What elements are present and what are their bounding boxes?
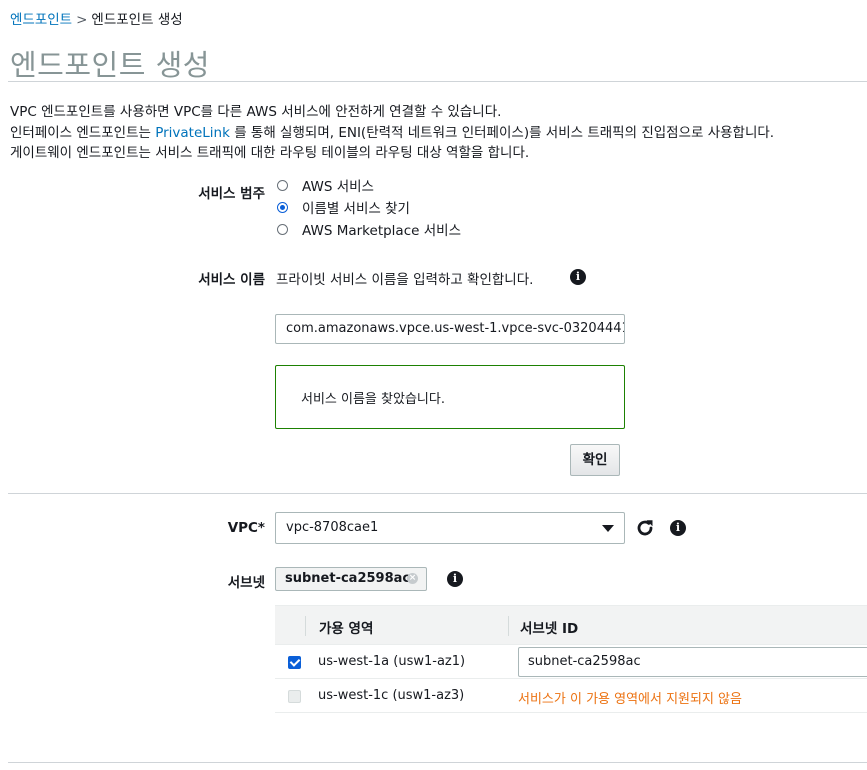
info-icon[interactable]: i — [670, 520, 686, 536]
column-divider — [305, 616, 306, 636]
bottom-divider — [8, 762, 867, 763]
service-name-hint: 프라이빗 서비스 이름을 입력하고 확인합니다. — [276, 272, 534, 288]
subnet-table-header: 가용 영역 서브넷 ID — [275, 605, 867, 645]
refresh-icon[interactable] — [634, 517, 656, 539]
radio-aws-services[interactable]: AWS 서비스 — [277, 175, 374, 195]
verify-button[interactable]: 확인 — [570, 444, 620, 476]
table-row: us-west-1c (usw1-az3) 서비스가 이 가용 영역에서 지원되… — [275, 679, 867, 713]
vpc-value: vpc-8708cae1 — [286, 520, 379, 535]
close-icon[interactable]: × — [407, 573, 418, 584]
radio-label: AWS Marketplace 서비스 — [302, 223, 461, 239]
info-icon[interactable]: i — [570, 269, 586, 285]
unsupported-zone-warning: 서비스가 이 가용 영역에서 지원되지 않음 — [518, 692, 742, 707]
radio-icon[interactable] — [277, 179, 288, 191]
radio-marketplace[interactable]: AWS Marketplace 서비스 — [277, 219, 461, 239]
description: VPC 엔드포인트를 사용하면 VPC를 다른 AWS 서비스에 안전하게 연결… — [10, 102, 774, 164]
privatelink-link[interactable]: PrivateLink — [155, 125, 230, 141]
column-divider — [508, 616, 509, 636]
column-subnet-id[interactable]: 서브넷 ID — [520, 617, 578, 637]
radio-selected-icon[interactable] — [277, 201, 288, 213]
service-name-label: 서비스 이름 — [198, 272, 265, 288]
description-line-2-suffix: 를 통해 실행되며, ENI(탄력적 네트워크 인터페이스)를 서비스 트래픽의… — [229, 124, 775, 141]
subnet-token: subnet-ca2598ac × — [275, 567, 427, 591]
breadcrumb-separator: > — [76, 12, 88, 28]
page-title: 엔드포인트 생성 — [10, 48, 210, 82]
description-line-2-prefix: 인터페이스 엔드포인트는 — [10, 124, 156, 141]
description-line-1: VPC 엔드포인트를 사용하면 VPC를 다른 AWS 서비스에 안전하게 연결… — [10, 104, 502, 120]
subnet-token-label: subnet-ca2598ac — [285, 571, 411, 586]
description-line-3: 게이트웨이 엔드포인트는 서비스 트래픽에 대한 라우팅 테이블의 라우팅 대상… — [10, 145, 530, 161]
section-divider — [8, 493, 867, 494]
radio-label: AWS 서비스 — [302, 179, 374, 195]
checkbox-checked-icon[interactable] — [288, 656, 301, 669]
breadcrumb: 엔드포인트 > 엔드포인트 생성 — [10, 8, 183, 28]
chevron-down-icon[interactable] — [602, 525, 614, 532]
breadcrumb-endpoints-link[interactable]: 엔드포인트 — [10, 12, 72, 28]
subnet-label: 서브넷 — [227, 575, 265, 591]
breadcrumb-current: 엔드포인트 생성 — [91, 12, 183, 28]
radio-label: 이름별 서비스 찾기 — [302, 201, 410, 217]
service-category-label: 서비스 범주 — [198, 186, 265, 202]
success-message: 서비스 이름을 찾았습니다. — [301, 392, 445, 407]
title-divider — [8, 81, 867, 82]
description-line-2: 인터페이스 엔드포인트는 PrivateLink 를 통해 실행되며, ENI(… — [10, 123, 774, 144]
vpc-label: VPC* — [227, 520, 265, 536]
table-row: us-west-1a (usw1-az1) subnet-ca2598ac — [275, 645, 867, 679]
subnet-id-select[interactable]: subnet-ca2598ac — [518, 647, 867, 677]
service-name-input[interactable]: com.amazonaws.vpce.us-west-1.vpce-svc-03… — [275, 314, 625, 344]
checkbox-disabled-icon — [288, 690, 301, 703]
info-icon[interactable]: i — [447, 571, 463, 587]
availability-zone-cell: us-west-1c (usw1-az3) — [318, 688, 465, 703]
vpc-select[interactable]: vpc-8708cae1 — [275, 512, 625, 544]
availability-zone-cell: us-west-1a (usw1-az1) — [318, 654, 466, 669]
service-found-alert: 서비스 이름을 찾았습니다. — [275, 365, 625, 429]
column-availability-zone[interactable]: 가용 영역 — [319, 617, 373, 637]
radio-find-by-name[interactable]: 이름별 서비스 찾기 — [277, 197, 410, 217]
radio-icon[interactable] — [277, 223, 288, 235]
